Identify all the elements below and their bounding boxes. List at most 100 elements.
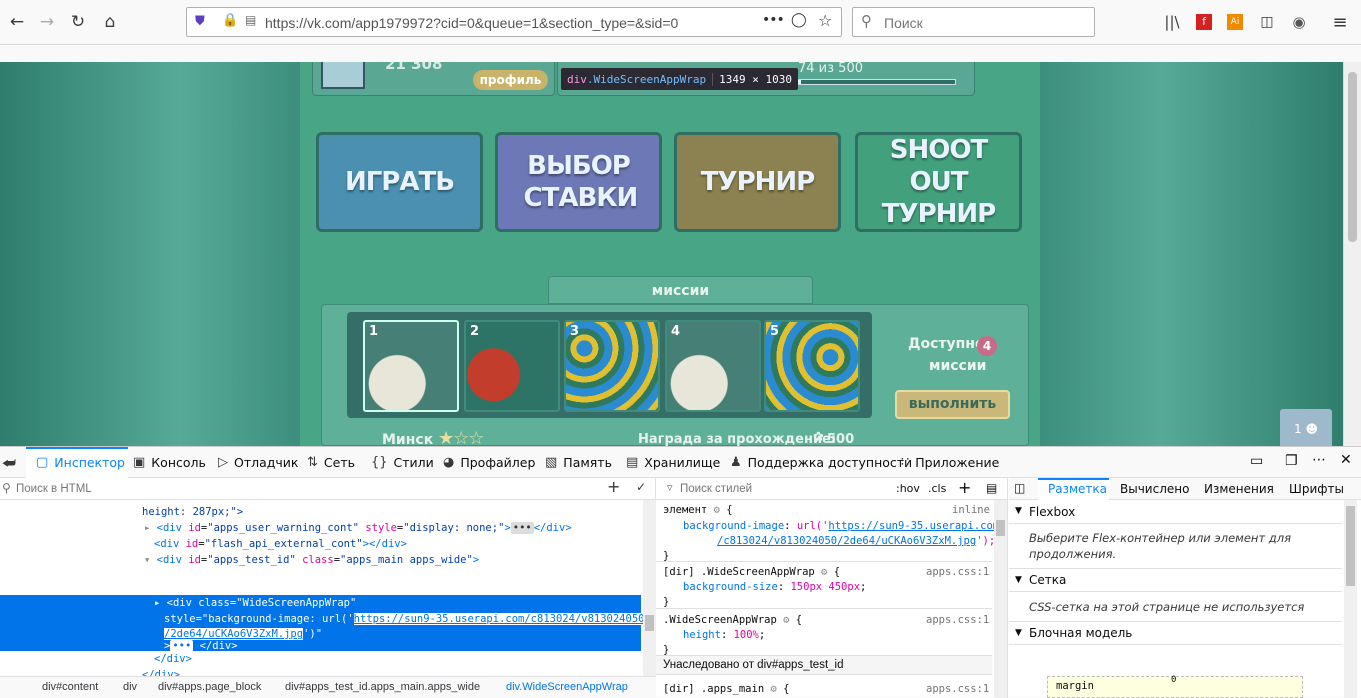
url-text[interactable]: https://vk.com/app1979972?cid=0&queue=1&…: [265, 15, 678, 31]
tab-debugger[interactable]: ▷ Отладчик: [218, 455, 298, 470]
mission-3[interactable]: 3: [564, 320, 660, 412]
boxmodel-section-header[interactable]: ▼ Блочная модель: [1009, 621, 1342, 645]
pocket-icon[interactable]: ◯: [791, 12, 807, 28]
tab-memory[interactable]: ▧ Память: [545, 455, 612, 470]
overflow-menu-icon[interactable]: ⋯: [1312, 452, 1326, 468]
gear-icon[interactable]: ⚙: [714, 504, 720, 516]
avatar[interactable]: [321, 62, 365, 89]
rule-3-source[interactable]: apps.css:1: [926, 614, 989, 626]
tournament-button[interactable]: ТУРНИР: [674, 132, 841, 232]
tab-inspector[interactable]: ▢ Инспектор: [36, 455, 125, 470]
rule-1-decl-cont[interactable]: /c813024/v813024050/2de64/uCKAo6V3ZxM.jp…: [717, 535, 995, 547]
tab-profiler[interactable]: ◕ Профайлер: [443, 455, 535, 470]
breadcrumb-item[interactable]: div#apps.page_block: [158, 681, 261, 693]
html-selected-line-1[interactable]: ▸ <div class="WideScreenAppWrap": [154, 597, 356, 609]
layout-scrollbar-thumb[interactable]: [1346, 506, 1355, 586]
rule-1-decl[interactable]: background-image: url('https://sun9-35.u…: [683, 520, 999, 532]
gear-icon[interactable]: ⚙: [770, 683, 776, 695]
html-search-input[interactable]: [16, 480, 576, 497]
page-actions-icon[interactable]: •••: [762, 12, 785, 28]
profile-button[interactable]: профиль: [473, 70, 548, 90]
mission-4[interactable]: 4: [665, 320, 761, 412]
hover-state-button[interactable]: :hov: [896, 482, 920, 495]
tab-network[interactable]: ⇅ Сеть: [307, 455, 355, 470]
margin-top-value[interactable]: 0: [1171, 675, 1176, 685]
mission-2[interactable]: 2: [464, 320, 560, 412]
tab-storage[interactable]: ▤ Хранилище: [626, 455, 720, 470]
tab-changes[interactable]: Изменения: [1204, 482, 1274, 496]
tab-accessibility[interactable]: ♟ Поддержка доступности: [730, 455, 912, 470]
html-close-div-1[interactable]: </div>: [154, 653, 192, 665]
rules-scrollbar[interactable]: [994, 500, 1007, 698]
search-bar[interactable]: ⚲ Поиск: [852, 7, 1095, 37]
eyedropper-icon[interactable]: ✓: [636, 480, 646, 494]
element-picker-icon[interactable]: ⮨: [2, 454, 16, 472]
rule-1-selector[interactable]: элемент ⚙ {: [663, 504, 733, 516]
tracking-shield-icon[interactable]: ⛊: [195, 14, 205, 29]
page-scrollbar-thumb[interactable]: [1348, 72, 1357, 242]
mission-5[interactable]: 5: [764, 320, 860, 412]
rule-3-selector[interactable]: .WideScreenAppWrap ⚙ {: [663, 614, 802, 626]
tab-fonts[interactable]: Шрифты: [1289, 482, 1344, 496]
account-icon[interactable]: ◉: [1285, 8, 1313, 36]
rule-1-source[interactable]: inline: [952, 504, 990, 516]
html-line-1[interactable]: height: 287px;">: [142, 506, 243, 518]
layout-scrollbar[interactable]: [1344, 500, 1357, 698]
breadcrumb-item[interactable]: div: [123, 681, 137, 693]
gear-icon[interactable]: ⚙: [821, 566, 827, 578]
rules-search-input[interactable]: [680, 481, 880, 497]
permissions-icon[interactable]: ▤: [245, 13, 256, 27]
html-line-2[interactable]: ▸ <div id="apps_user_warning_cont" style…: [144, 522, 572, 534]
back-arrow-icon[interactable]: ←: [3, 8, 31, 36]
url-bar[interactable]: ⛊ 🔒 ▤ https://vk.com/app1979972?cid=0&qu…: [186, 7, 842, 37]
lock-warning-icon[interactable]: 🔒: [222, 13, 238, 28]
rule-4-source[interactable]: apps.css:1: [926, 683, 989, 695]
tab-console[interactable]: ▣ Консоль: [133, 455, 206, 470]
missions-tab[interactable]: миссии: [548, 276, 813, 304]
breadcrumb-item-current[interactable]: div.WideScreenAppWrap: [506, 681, 628, 693]
html-selected-line-4[interactable]: > ••• </div>: [164, 640, 238, 652]
add-rule-icon[interactable]: +: [958, 478, 971, 497]
hamburger-menu-icon[interactable]: ≡: [1326, 8, 1354, 36]
rules-scrollbar-thumb[interactable]: [996, 520, 1005, 536]
html-selected-line-3[interactable]: /2de64/uCKAo6V3ZxM.jpg')": [164, 628, 322, 640]
breadcrumb-item[interactable]: div#content: [42, 681, 98, 693]
html-line-4[interactable]: ▾ <div id="apps_test_id" class="apps_mai…: [144, 554, 479, 566]
close-devtools-icon[interactable]: ✕: [1340, 452, 1352, 468]
responsive-design-icon[interactable]: ▭: [1250, 453, 1263, 469]
complete-mission-button[interactable]: выполнить: [895, 390, 1010, 419]
mission-1[interactable]: 1: [363, 320, 459, 412]
classes-button[interactable]: .cls: [928, 482, 946, 495]
html-scrollbar[interactable]: [643, 500, 656, 676]
page-scrollbar[interactable]: [1343, 62, 1361, 446]
gear-icon[interactable]: ⚙: [783, 614, 789, 626]
rule-4-selector[interactable]: [dir] .apps_main ⚙ {: [663, 683, 789, 695]
html-selected-line-2[interactable]: style="background-image: url('https://su…: [164, 613, 645, 625]
add-node-icon[interactable]: +: [607, 477, 620, 496]
play-button[interactable]: ИГРАТЬ: [316, 132, 483, 232]
tab-computed[interactable]: Вычислено: [1120, 482, 1189, 496]
flash-extension-icon[interactable]: f: [1190, 8, 1218, 36]
html-scrollbar-thumb[interactable]: [645, 615, 654, 631]
friends-widget[interactable]: 1 ☻: [1280, 409, 1332, 446]
bookmark-star-icon[interactable]: ☆: [818, 11, 832, 30]
home-icon[interactable]: ⌂: [96, 8, 124, 36]
tab-styles[interactable]: {} Стили: [371, 455, 434, 470]
rule-2-decl[interactable]: background-size: 150px 450px;: [683, 581, 866, 593]
flexbox-section-header[interactable]: ▼ Flexbox: [1009, 500, 1342, 524]
print-media-icon[interactable]: ▤: [986, 481, 997, 495]
dock-icon[interactable]: ❐: [1285, 453, 1298, 469]
tab-application[interactable]: ∷ Приложение: [901, 455, 999, 470]
choose-bet-button[interactable]: ВЫБОР СТАВКИ: [495, 132, 662, 232]
breadcrumb-item[interactable]: div#apps_test_id.apps_main.apps_wide: [285, 681, 480, 693]
box-model-margin[interactable]: margin 0: [1047, 675, 1303, 698]
rule-3-decl[interactable]: height: 100%;: [683, 629, 765, 641]
reload-icon[interactable]: ↻: [64, 8, 92, 36]
forward-arrow-icon[interactable]: →: [33, 8, 61, 36]
reader-view-icon[interactable]: ◫: [1253, 8, 1281, 36]
sidebar-toggle-icon[interactable]: ◫: [1014, 481, 1025, 495]
shootout-tournament-button[interactable]: SHOOT OUT ТУРНИР: [855, 132, 1022, 232]
rule-2-selector[interactable]: [dir] .WideScreenAppWrap ⚙ {: [663, 566, 840, 578]
grid-section-header[interactable]: ▼ Сетка: [1009, 568, 1342, 592]
rule-2-source[interactable]: apps.css:1: [926, 566, 989, 578]
